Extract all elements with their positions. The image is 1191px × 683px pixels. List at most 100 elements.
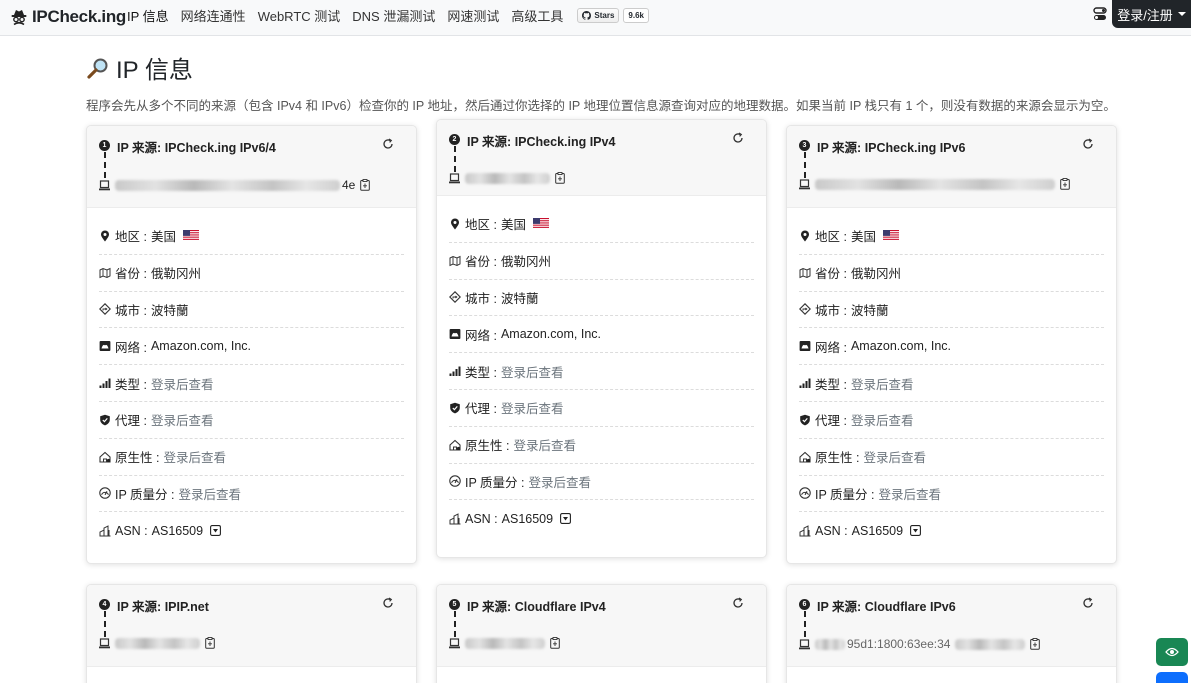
gauge-icon: [449, 475, 461, 487]
ip-address: [449, 637, 560, 649]
network-icon: [449, 328, 461, 340]
ip-blurred: [465, 637, 545, 649]
card-header: 3 IP 来源: IPCheck.ing IPv6: [787, 126, 1116, 208]
info-row-proxy: 代理 : 登录后查看: [99, 402, 404, 439]
login-register-button[interactable]: 登录/注册: [1112, 0, 1191, 28]
card-number: 1: [99, 140, 110, 151]
info-row-region: 地区 : 美国: [799, 218, 1104, 255]
laptop-icon: [799, 639, 810, 650]
info-row-network: 网络 : Amazon.com, Inc.: [449, 316, 754, 354]
nav-link-webrtc[interactable]: WebRTC 测试: [258, 6, 341, 25]
github-stars-label: Stars: [594, 10, 615, 20]
github-stars-button[interactable]: Stars: [577, 7, 620, 23]
dropdown-toggle-icon[interactable]: [560, 513, 571, 524]
proxy-login-link[interactable]: 登录后查看: [151, 410, 214, 429]
info-row-proxy: 代理 : 登录后查看: [799, 402, 1104, 439]
signal-bars-icon: [799, 377, 811, 389]
type-login-link[interactable]: 登录后查看: [151, 374, 214, 393]
info-row-city: 城市 : 波特蘭: [449, 280, 754, 317]
signal-bars-icon: [449, 365, 461, 377]
clipboard-icon[interactable]: [360, 179, 370, 191]
ip-address: [799, 178, 1070, 190]
refresh-icon[interactable]: [1082, 597, 1094, 609]
type-login-link[interactable]: 登录后查看: [851, 374, 914, 393]
page-title-text: IP 信息: [116, 57, 193, 84]
card-title: IP 来源: IPCheck.ing IPv6/4: [117, 141, 276, 155]
nav-link-dns-leak[interactable]: DNS 泄漏测试: [352, 6, 435, 25]
nav-links: IP 信息 网络连通性 WebRTC 测试 DNS 泄漏测试 网速测试 高级工具…: [127, 0, 649, 30]
card-connector: [804, 611, 806, 637]
city-value: 波特蘭: [850, 303, 889, 318]
laptop-icon: [99, 638, 110, 649]
card-title: IP 来源: Cloudflare IPv6: [817, 600, 956, 614]
nav-link-advanced-tools[interactable]: 高级工具: [511, 6, 563, 25]
clipboard-icon[interactable]: [1030, 638, 1040, 650]
card-connector: [104, 611, 106, 637]
info-row-network: 网络 : Amazon.com, Inc.: [799, 328, 1104, 366]
ip-card-1: 1 IP 来源: IPCheck.ing IPv6/4 4e 地区 : 美国 省…: [86, 125, 417, 564]
card-title: IP 来源: IPCheck.ing IPv6: [817, 141, 966, 155]
clipboard-icon[interactable]: [1060, 178, 1070, 190]
quality-login-link[interactable]: 登录后查看: [529, 472, 592, 491]
card-header: 4 IP 来源: IPIP.net: [87, 585, 416, 667]
region-value: 美国: [500, 218, 526, 233]
info-row-asn: ASN : AS16509: [449, 500, 754, 537]
map-icon: [449, 255, 461, 267]
page-title: IP 信息: [86, 50, 193, 85]
card-title: IP 来源: IPCheck.ing IPv4: [467, 135, 616, 149]
laptop-icon: [449, 638, 460, 649]
login-register-label: 登录/注册: [1117, 7, 1173, 23]
refresh-icon[interactable]: [732, 132, 744, 144]
floating-eye-button[interactable]: [1156, 638, 1188, 666]
ip-card-6: 6 IP 来源: Cloudflare IPv6 95d1:1800:63ee:…: [786, 584, 1117, 683]
theme-toggle-icon[interactable]: [1092, 6, 1108, 22]
card-number: 2: [449, 134, 460, 145]
ip-address: [449, 172, 565, 184]
info-row-province: 省份 : 俄勒冈州: [99, 255, 404, 292]
quality-login-link[interactable]: 登录后查看: [179, 484, 242, 503]
refresh-icon[interactable]: [382, 138, 394, 150]
dropdown-toggle-icon[interactable]: [210, 525, 221, 536]
asn-value: AS16509: [501, 511, 554, 526]
info-row-native: 原生性 : 登录后查看: [799, 439, 1104, 476]
dropdown-toggle-icon[interactable]: [910, 525, 921, 536]
type-login-link[interactable]: 登录后查看: [501, 362, 564, 381]
clipboard-icon[interactable]: [550, 637, 560, 649]
magnifier-icon: [87, 58, 108, 79]
info-row-quality: IP 质量分 : 登录后查看: [449, 464, 754, 501]
pin-icon: [449, 218, 461, 230]
laptop-icon: [449, 173, 460, 184]
province-value: 俄勒冈州: [150, 267, 201, 282]
brand[interactable]: IPCheck.ing: [10, 6, 126, 28]
network-value: Amazon.com, Inc.: [850, 339, 951, 354]
clipboard-icon[interactable]: [555, 172, 565, 184]
nav-link-connectivity[interactable]: 网络连通性: [181, 6, 246, 25]
card-number: 5: [449, 599, 460, 610]
nav-link-ip-info[interactable]: IP 信息: [127, 6, 169, 25]
ip-visible-tail: 95d1:1800:63ee:34: [847, 637, 951, 651]
building-icon: [99, 525, 111, 537]
github-badge[interactable]: Stars 9.6k: [577, 7, 649, 23]
native-login-link[interactable]: 登录后查看: [863, 447, 926, 466]
native-login-link[interactable]: 登录后查看: [163, 447, 226, 466]
clipboard-icon[interactable]: [205, 637, 215, 649]
card-header: 6 IP 来源: Cloudflare IPv6 95d1:1800:63ee:…: [787, 585, 1116, 667]
card-connector: [454, 146, 456, 172]
quality-login-link[interactable]: 登录后查看: [879, 484, 942, 503]
refresh-icon[interactable]: [1082, 138, 1094, 150]
pin-icon: [99, 230, 111, 242]
floating-blue-button[interactable]: [1156, 672, 1188, 683]
network-icon: [99, 340, 111, 352]
github-icon: [582, 10, 592, 20]
proxy-login-link[interactable]: 登录后查看: [501, 398, 564, 417]
card-number: 6: [799, 599, 810, 610]
info-row-province: 省份 : 俄勒冈州: [449, 243, 754, 280]
native-login-link[interactable]: 登录后查看: [513, 435, 576, 454]
github-star-count[interactable]: 9.6k: [623, 7, 649, 23]
refresh-icon[interactable]: [732, 597, 744, 609]
ip-card-2: 2 IP 来源: IPCheck.ing IPv4 地区 : 美国 省份 : 俄…: [436, 119, 767, 558]
nav-link-speed-test[interactable]: 网速测试: [447, 6, 499, 25]
info-row-network: 网络 : Amazon.com, Inc.: [99, 328, 404, 366]
proxy-login-link[interactable]: 登录后查看: [851, 410, 914, 429]
refresh-icon[interactable]: [382, 597, 394, 609]
